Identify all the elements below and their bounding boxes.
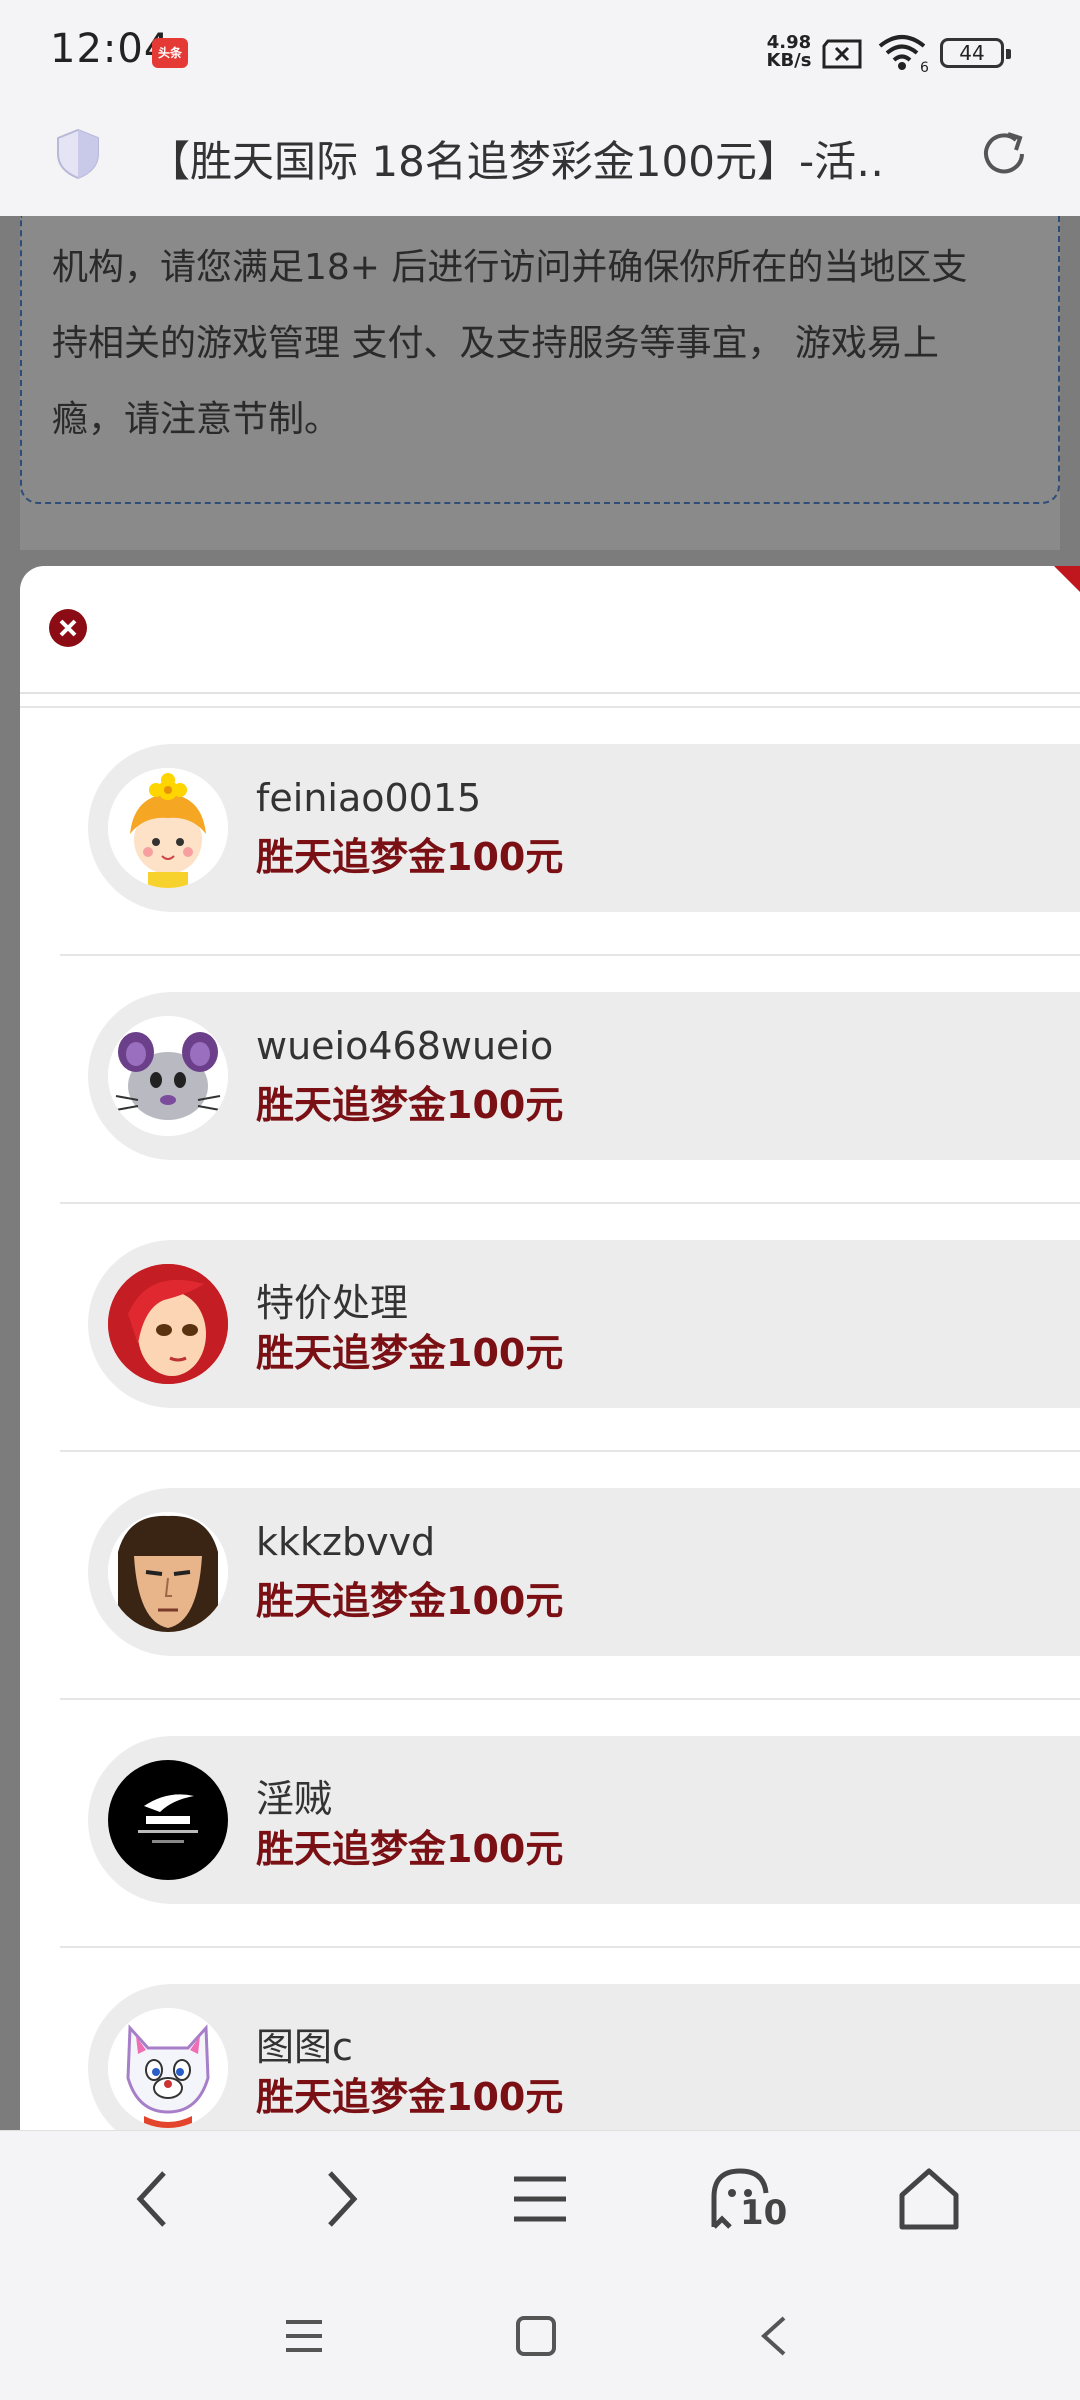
notice-line: 持相关的游戏管理 支付、及支持服务等事宜， 游戏易上	[52, 323, 939, 364]
shield-icon[interactable]	[56, 128, 100, 180]
page-title[interactable]: 【胜天国际 18名追梦彩金100元】-活…	[148, 128, 888, 189]
address-bar: 【胜天国际 18名追梦彩金100元】-活…	[0, 100, 1080, 216]
refresh-icon[interactable]	[976, 126, 1032, 182]
winner-name: 特价处理	[256, 1281, 409, 1325]
cartoon-man-avatar	[108, 1512, 228, 1632]
browser-toolbar: 10	[0, 2130, 1080, 2270]
winner-prize: 胜天追梦金100元	[256, 1083, 564, 1127]
chevron-right-icon[interactable]	[320, 2167, 364, 2231]
list-item: feiniao0015 胜天追梦金100元	[60, 708, 1080, 956]
winner-name: feiniao0015	[256, 776, 482, 820]
red-hair-girl-avatar	[108, 1264, 228, 1384]
list-item: kkkzbvvd 胜天追梦金100元	[60, 1452, 1080, 1700]
winner-name: 淫贼	[256, 1777, 333, 1821]
home-icon[interactable]	[896, 2167, 962, 2231]
sheet-header	[20, 566, 1080, 694]
winner-card: feiniao0015 胜天追梦金100元	[88, 744, 1080, 912]
li-ning-logo-avatar	[108, 1760, 228, 1880]
wifi-label: 6	[920, 60, 929, 72]
list-item: wueio468wueio 胜天追梦金100元	[60, 956, 1080, 1204]
winner-prize: 胜天追梦金100元	[256, 1827, 564, 1871]
close-icon[interactable]	[48, 608, 88, 648]
cartoon-cat-avatar	[108, 2008, 228, 2128]
winner-name: kkkzbvvd	[256, 1520, 436, 1564]
chevron-left-icon[interactable]	[130, 2167, 174, 2231]
winner-name: wueio468wueio	[256, 1024, 554, 1068]
age-notice: 机构，请您满足18+ 后进行访问并确保你所在的当地区支 持相关的游戏管理 支付、…	[20, 216, 1060, 504]
list-item: 图图c 胜天追梦金100元	[60, 1948, 1080, 2130]
status-bar: 12:04 头条 4.98 KB/s 6 44	[0, 0, 1080, 100]
winner-name: 图图c	[256, 2025, 353, 2069]
list-item: 特价处理 胜天追梦金100元	[60, 1204, 1080, 1452]
list-item: 淫贼 胜天追梦金100元	[60, 1700, 1080, 1948]
no-sim-icon	[822, 39, 862, 69]
winner-list: feiniao0015 胜天追梦金100元 wueio468wueio 胜天追梦…	[20, 708, 1080, 2130]
system-nav-bar	[0, 2270, 1080, 2400]
network-speed: 4.98 KB/s	[762, 34, 816, 70]
winner-prize: 胜天追梦金100元	[256, 1579, 564, 1623]
toutiao-app-icon: 头条	[152, 38, 188, 68]
winner-card: 淫贼 胜天追梦金100元	[88, 1736, 1080, 1904]
square-home-icon[interactable]	[514, 2314, 558, 2358]
tab-count[interactable]: 10	[740, 2193, 787, 2233]
winners-sheet: feiniao0015 胜天追梦金100元 wueio468wueio 胜天追梦…	[20, 566, 1080, 2130]
winner-card: kkkzbvvd 胜天追梦金100元	[88, 1488, 1080, 1656]
winner-prize: 胜天追梦金100元	[256, 1331, 564, 1375]
winner-card: wueio468wueio 胜天追梦金100元	[88, 992, 1080, 1160]
winner-prize: 胜天追梦金100元	[256, 2075, 564, 2119]
winner-card: 特价处理 胜天追梦金100元	[88, 1240, 1080, 1408]
cartoon-mouse-avatar	[108, 1016, 228, 1136]
menu-icon[interactable]	[510, 2167, 570, 2231]
network-speed-unit: KB/s	[766, 50, 812, 71]
recents-icon[interactable]	[282, 2314, 326, 2358]
notice-line: 机构，请您满足18+ 后进行访问并确保你所在的当地区支	[52, 247, 968, 288]
wifi-icon: 6	[878, 35, 929, 72]
battery-indicator: 44	[940, 38, 1011, 68]
notice-line: 瘾，请注意节制。	[52, 399, 341, 440]
cartoon-girl-avatar	[108, 768, 228, 888]
winner-card: 图图c 胜天追梦金100元	[88, 1984, 1080, 2130]
back-triangle-icon[interactable]	[752, 2314, 796, 2358]
winner-prize: 胜天追梦金100元	[256, 835, 564, 879]
